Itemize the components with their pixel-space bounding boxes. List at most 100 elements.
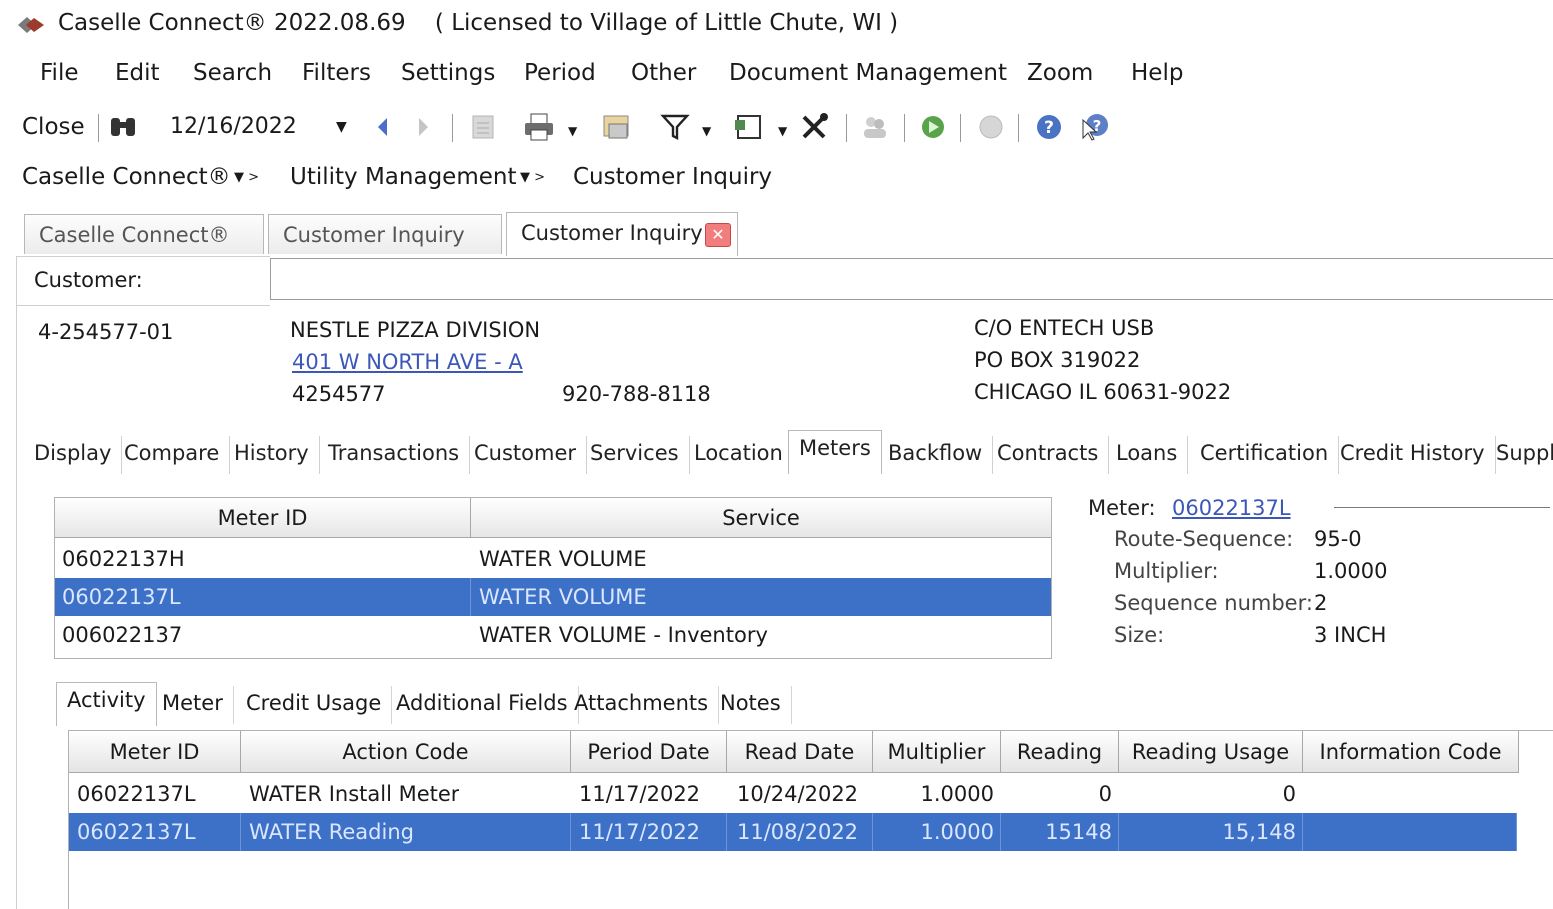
breadcrumb-utility-management[interactable]: Utility Management [290,164,516,190]
doc-tab-label: Customer Inquiry [521,221,703,245]
toolbar: Close 12/16/2022 ▼ ▼ ▼ ▼ ? ? [0,100,1553,152]
menu-file[interactable]: File [40,60,79,86]
tab-additional-fields[interactable]: Additional Fields [386,686,579,724]
menu-other[interactable]: Other [631,60,696,86]
customer-input[interactable] [270,258,1553,300]
reading-cell: 0 [1098,782,1112,806]
tab-display[interactable]: Display [24,436,123,474]
filter-icon[interactable] [658,110,692,144]
date-dropdown-icon[interactable]: ▼ [336,112,347,142]
menu-search[interactable]: Search [193,60,272,86]
customer-label: Customer: [34,268,143,292]
read-date-cell: 10/24/2022 [737,782,859,806]
print-dropdown-icon[interactable]: ▼ [568,124,577,138]
tab-certification[interactable]: Certification [1190,436,1340,474]
table-row[interactable]: 06022137L WATER Install Meter 11/17/2022… [69,775,1517,813]
license-text: ( Licensed to Village of Little Chute, W… [434,10,899,36]
doc-tab-customer-inquiry-2[interactable]: Customer Inquiry ✕ [506,212,738,256]
toolbar-separator [904,114,905,142]
help-icon[interactable]: ? [1032,110,1066,144]
meter-table: Meter ID Service 06022137H WATER VOLUME … [54,497,1052,659]
menu-filters[interactable]: Filters [302,60,371,86]
doc-tab-label: Customer Inquiry [283,223,465,247]
multiplier-cell: 1.0000 [920,782,994,806]
tab-notes[interactable]: Notes [710,686,792,724]
disabled-action-icon[interactable] [974,110,1008,144]
tab-transactions[interactable]: Transactions [318,436,471,474]
column-header-meter-id[interactable]: Meter ID [69,731,241,773]
column-header-reading[interactable]: Reading [1001,731,1119,773]
column-header-multiplier[interactable]: Multiplier [873,731,1001,773]
column-header-meter-id[interactable]: Meter ID [55,498,471,538]
multiplier-cell: 1.0000 [873,813,1001,851]
account-number: 4-254577-01 [38,320,174,344]
breadcrumb-customer-inquiry[interactable]: Customer Inquiry [573,164,772,190]
close-tab-icon[interactable]: ✕ [705,223,731,247]
next-arrow-icon[interactable] [406,110,440,144]
table-row-selected[interactable]: 06022137L WATER VOLUME [55,578,1051,616]
tab-contracts[interactable]: Contracts [987,436,1110,474]
column-header-information-code[interactable]: Information Code [1303,731,1519,773]
menu-bar: File Edit Search Filters Settings Period… [0,52,1553,96]
doc-tab-label: Caselle Connect® [39,223,230,247]
breadcrumb-caselle-connect[interactable]: Caselle Connect® [22,164,231,190]
toolbar-separator [1018,114,1019,142]
date-field[interactable]: 12/16/2022 [160,112,360,142]
customer-name: NESTLE PIZZA DIVISION [290,318,541,342]
tab-attachments[interactable]: Attachments [564,686,720,724]
column-header-service[interactable]: Service [471,498,1051,538]
table-row-selected[interactable]: 06022137L WATER Reading 11/17/2022 11/08… [69,813,1517,851]
report-icon[interactable] [600,110,634,144]
meter-detail-link[interactable]: 06022137L [1172,496,1291,520]
meter-id-cell: 06022137L [77,782,196,806]
column-header-reading-usage[interactable]: Reading Usage [1119,731,1303,773]
column-header-period-date[interactable]: Period Date [571,731,727,773]
tab-meter[interactable]: Meter [152,686,234,724]
tab-credit-usage[interactable]: Credit Usage [236,686,393,724]
previous-arrow-icon[interactable] [366,110,400,144]
read-date-cell: 11/08/2022 [727,813,873,851]
menu-zoom[interactable]: Zoom [1027,60,1093,86]
tools-icon[interactable] [798,110,832,144]
tab-customer[interactable]: Customer [464,436,588,474]
tab-activity[interactable]: Activity [56,682,157,726]
tab-history[interactable]: History [224,436,320,474]
attach-document-icon[interactable] [732,110,766,144]
context-help-icon[interactable]: ? [1078,110,1112,144]
tab-credit-history[interactable]: Credit History [1330,436,1496,474]
doc-tab-caselle-connect[interactable]: Caselle Connect® [24,214,264,254]
filter-dropdown-icon[interactable]: ▼ [702,124,711,138]
column-header-action-code[interactable]: Action Code [241,731,571,773]
multiplier-label: Multiplier: [1114,559,1219,583]
tab-supplemental[interactable]: Suppl [1486,436,1553,474]
table-row[interactable]: 06022137H WATER VOLUME [55,540,1051,578]
close-button[interactable]: Close [22,114,85,140]
breadcrumb-dropdown-icon[interactable]: ▼ > [234,170,259,185]
column-header-read-date[interactable]: Read Date [727,731,873,773]
users-icon[interactable] [858,110,892,144]
binoculars-icon[interactable] [106,110,140,144]
tab-meters[interactable]: Meters [788,430,882,474]
menu-edit[interactable]: Edit [115,60,160,86]
service-cell: WATER VOLUME [479,547,647,571]
customer-phone: 920-788-8118 [562,382,711,406]
tab-compare[interactable]: Compare [114,436,231,474]
tab-loans[interactable]: Loans [1106,436,1189,474]
breadcrumb-dropdown-icon[interactable]: ▼ > [520,170,545,185]
menu-settings[interactable]: Settings [401,60,495,86]
attach-dropdown-icon[interactable]: ▼ [778,124,787,138]
tab-services[interactable]: Services [580,436,690,474]
table-row[interactable]: 006022137 WATER VOLUME - Inventory [55,616,1051,654]
app-name: Caselle Connect® [58,10,267,36]
tab-location[interactable]: Location [684,436,794,474]
menu-period[interactable]: Period [524,60,596,86]
print-icon[interactable] [522,110,556,144]
doc-tab-customer-inquiry-1[interactable]: Customer Inquiry [268,214,502,254]
notes-icon[interactable] [466,110,500,144]
tab-backflow[interactable]: Backflow [878,436,994,474]
menu-document-management[interactable]: Document Management [729,60,1007,86]
service-address-link[interactable]: 401 W NORTH AVE - A [292,350,523,374]
information-code-cell [1303,813,1517,851]
menu-help[interactable]: Help [1131,60,1183,86]
go-icon[interactable] [916,110,950,144]
